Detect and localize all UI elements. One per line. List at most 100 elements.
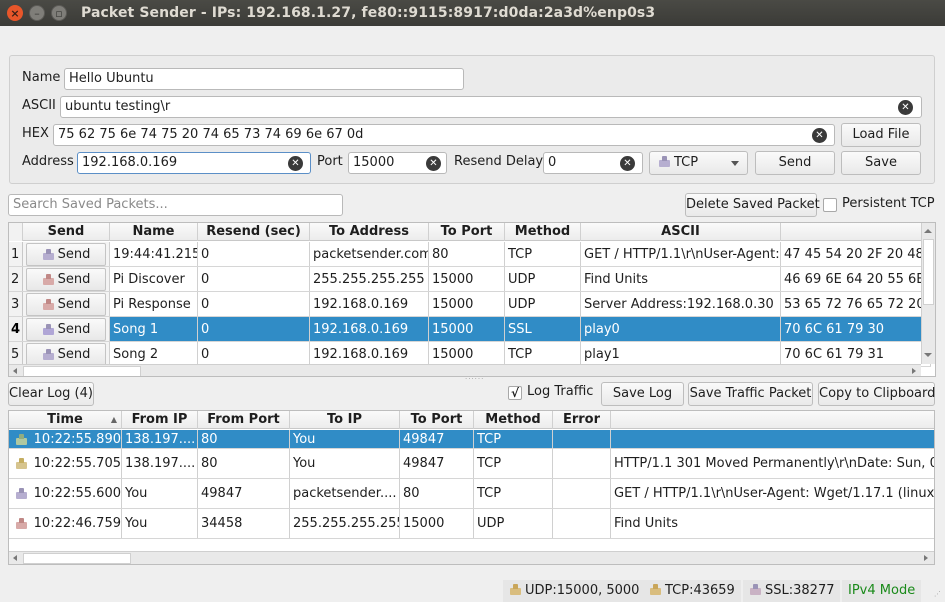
col-from-port[interactable]: From Port (198, 411, 290, 429)
copy-to-clipboard-button[interactable]: Copy to Clipboard (818, 382, 935, 406)
cell-port[interactable]: 15000 (429, 317, 505, 341)
cell-ascii[interactable]: GET / HTTP/1.1\r\nUser-Agent:... (581, 242, 781, 266)
cell-from-ip[interactable]: 138.197.... (122, 430, 198, 448)
log-row[interactable]: 10:22:55.890 138.197.... 80 You 49847 TCP (9, 430, 934, 449)
row-number[interactable]: 4 (9, 317, 23, 341)
log-row[interactable]: 10:22:55.705 138.197.... 80 You 49847 TCP HTTP… (9, 449, 934, 479)
cell-to-port[interactable]: 49847 (400, 430, 474, 448)
cell-port[interactable]: 15000 (429, 267, 505, 291)
cell-port[interactable]: 15000 (429, 342, 505, 366)
log-hscroll-thumb[interactable] (23, 553, 131, 564)
cell-resend[interactable]: 0 (198, 242, 310, 266)
cell-resend[interactable]: 0 (198, 267, 310, 291)
clear-log-button[interactable]: Clear Log (4) (8, 382, 94, 406)
saved-hscroll-thumb[interactable] (23, 366, 141, 376)
save-log-button[interactable]: Save Log (601, 382, 684, 406)
cell-to-ip[interactable]: You (290, 430, 400, 448)
cell-time[interactable]: 10:22:55.890 (9, 430, 122, 448)
cell-to-ip[interactable]: packetsender.... (290, 479, 400, 508)
persistent-tcp-checkbox[interactable] (823, 198, 837, 212)
col-to-ip[interactable]: To IP (290, 411, 400, 429)
col-time[interactable]: Time ▲ (9, 411, 122, 429)
cell-resend[interactable]: 0 (198, 342, 310, 366)
cell-method[interactable]: SSL (505, 317, 581, 341)
send-packet-button[interactable]: Send (26, 292, 106, 316)
cell-method[interactable]: UDP (474, 509, 553, 538)
save-button[interactable]: Save (841, 151, 921, 175)
load-file-button[interactable]: Load File (841, 123, 921, 147)
saved-packet-row[interactable]: 2 Send Pi Discover 0 255.255.255.255 15000 UDP… (9, 267, 931, 292)
cell-ascii[interactable]: play1 (581, 342, 781, 366)
ascii-input[interactable]: ubuntu testing\r (60, 96, 922, 118)
cell-data[interactable] (611, 430, 934, 448)
cell-ascii[interactable]: Server Address:192.168.0.30 (581, 292, 781, 316)
send-button[interactable]: Send (755, 151, 835, 175)
col-ascii[interactable]: ASCII (581, 223, 781, 241)
row-number[interactable]: 5 (9, 342, 23, 366)
saved-vscroll-thumb[interactable] (923, 239, 934, 305)
cell-time[interactable]: 10:22:46.759 (9, 509, 122, 538)
close-window-button[interactable]: × (7, 5, 23, 21)
row-number[interactable]: 3 (9, 292, 23, 316)
col-error[interactable]: Error (553, 411, 611, 429)
saved-packet-row[interactable]: 1 Send 19:44:41.215 0 packetsender.com 80 TCP G… (9, 242, 931, 267)
cell-name[interactable]: Pi Discover (110, 267, 198, 291)
cell-hex[interactable]: 70 6C 61 79 31 (781, 342, 931, 366)
col-to-address[interactable]: To Address (310, 223, 429, 241)
splitter-handle[interactable]: ······ (465, 375, 484, 383)
col-data[interactable] (611, 411, 934, 429)
saved-vertical-scrollbar[interactable] (921, 223, 935, 364)
cell-time[interactable]: 10:22:55.705 (9, 449, 122, 478)
cell-resend[interactable]: 0 (198, 317, 310, 341)
clear-ascii-icon[interactable]: ✕ (898, 100, 913, 115)
save-traffic-packet-button[interactable]: Save Traffic Packet (688, 382, 813, 406)
cell-ascii[interactable]: play0 (581, 317, 781, 341)
cell-method[interactable]: TCP (474, 430, 553, 448)
cell-to-ip[interactable]: 255.255.255.255 (290, 509, 400, 538)
cell-address[interactable]: 192.168.0.169 (310, 292, 429, 316)
cell-address[interactable]: 192.168.0.169 (310, 317, 429, 341)
log-row[interactable]: 10:22:46.759 You 34458 255.255.255.255 15000… (9, 509, 934, 539)
cell-method[interactable]: TCP (505, 342, 581, 366)
col-to-port[interactable]: To Port (429, 223, 505, 241)
clear-port-icon[interactable]: ✕ (426, 156, 441, 171)
send-packet-button[interactable]: Send (26, 242, 106, 266)
saved-packet-row[interactable]: 4 Send Song 1 0 192.168.0.169 15000 SSL play0 70… (9, 317, 931, 342)
send-packet-button[interactable]: Send (26, 267, 106, 291)
col-log-to-port[interactable]: To Port (400, 411, 474, 429)
cell-address[interactable]: packetsender.com (310, 242, 429, 266)
cell-from-port[interactable]: 49847 (198, 479, 290, 508)
cell-ascii[interactable]: Find Units (581, 267, 781, 291)
clear-address-icon[interactable]: ✕ (288, 156, 303, 171)
method-select[interactable]: TCP (649, 151, 748, 175)
cell-port[interactable]: 15000 (429, 292, 505, 316)
cell-to-ip[interactable]: You (290, 449, 400, 478)
col-hex[interactable] (781, 223, 931, 241)
clear-resend-icon[interactable]: ✕ (620, 156, 635, 171)
cell-hex[interactable]: 47 45 54 20 2F 20 48 54 (781, 242, 931, 266)
cell-from-port[interactable]: 34458 (198, 509, 290, 538)
cell-error[interactable] (553, 449, 611, 478)
address-input[interactable]: 192.168.0.169 (77, 152, 311, 174)
cell-hex[interactable]: 53 65 72 76 65 72 20 41 (781, 292, 931, 316)
clear-hex-icon[interactable]: ✕ (812, 128, 827, 143)
cell-hex[interactable]: 46 69 6E 64 20 55 6E 69 (781, 267, 931, 291)
cell-from-port[interactable]: 80 (198, 449, 290, 478)
cell-method[interactable]: UDP (505, 292, 581, 316)
search-saved-packets-input[interactable]: Search Saved Packets... (8, 194, 343, 216)
cell-name[interactable]: Pi Response (110, 292, 198, 316)
cell-address[interactable]: 192.168.0.169 (310, 342, 429, 366)
col-method[interactable]: Method (505, 223, 581, 241)
cell-hex[interactable]: 70 6C 61 79 30 (781, 317, 931, 341)
cell-name[interactable]: Song 2 (110, 342, 198, 366)
col-name[interactable]: Name (110, 223, 198, 241)
cell-data[interactable]: HTTP/1.1 301 Moved Permanently\r\nDate: … (611, 449, 934, 478)
cell-to-port[interactable]: 80 (400, 479, 474, 508)
send-packet-button[interactable]: Send (26, 342, 106, 366)
cell-error[interactable] (553, 509, 611, 538)
name-input[interactable]: Hello Ubuntu (64, 68, 464, 90)
maximize-window-button[interactable]: ▫ (51, 5, 67, 21)
resize-grip[interactable]: ⋰ (934, 590, 942, 598)
cell-from-port[interactable]: 80 (198, 430, 290, 448)
cell-to-port[interactable]: 49847 (400, 449, 474, 478)
